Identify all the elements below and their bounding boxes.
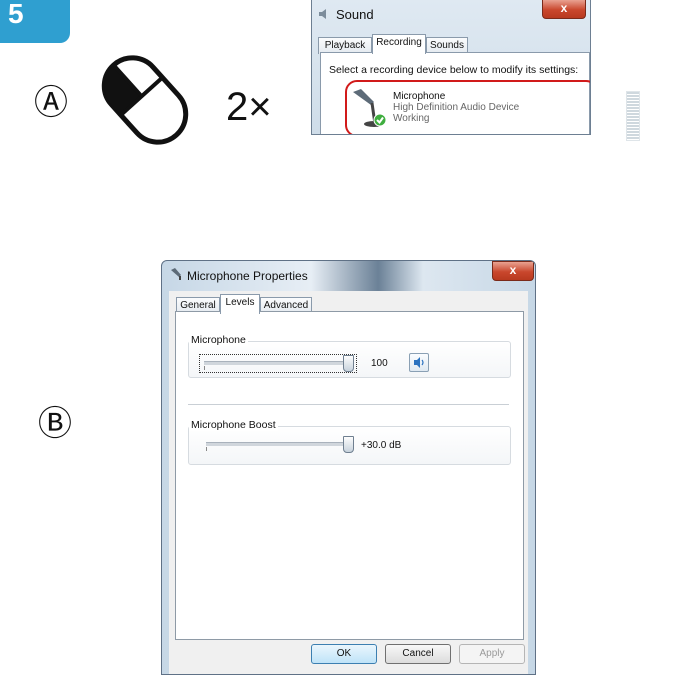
recording-panel: Select a recording device below to modif…	[320, 52, 590, 134]
ok-button[interactable]: OK	[311, 644, 377, 664]
close-button[interactable]: x	[542, 0, 586, 19]
mouse-left-click-icon	[101, 55, 189, 145]
properties-body: General Levels Advanced Microphone 100 M…	[169, 291, 528, 674]
mute-toggle-button[interactable]	[409, 353, 429, 372]
speaker-icon	[414, 357, 424, 368]
microphone-icon	[353, 89, 386, 127]
slider-tick	[204, 366, 205, 370]
divider	[188, 404, 509, 405]
close-button[interactable]: x	[492, 261, 534, 281]
microphone-boost-label: Microphone Boost	[189, 419, 278, 431]
tab-levels[interactable]: Levels	[220, 294, 260, 314]
microphone-slider-thumb[interactable]	[343, 355, 354, 372]
microphone-level-label: Microphone	[189, 334, 248, 346]
step-b-marker: Ⓑ	[38, 404, 72, 444]
input-level-meter	[626, 91, 640, 141]
tab-recording[interactable]: Recording	[372, 34, 426, 54]
cancel-button[interactable]: Cancel	[385, 644, 451, 664]
levels-panel: Microphone 100 Microphone Boost +30.0 dB	[175, 311, 524, 640]
microphone-boost-value: +30.0 dB	[361, 440, 402, 451]
microphone-device-item[interactable]: Microphone High Definition Audio Device …	[345, 80, 590, 134]
boost-slider-thumb[interactable]	[343, 436, 354, 453]
device-status: Working	[393, 113, 430, 124]
properties-window-title: Microphone Properties	[187, 269, 308, 283]
instruction-text: Select a recording device below to modif…	[329, 64, 579, 76]
step-a-marker: Ⓐ	[34, 83, 68, 123]
double-click-count: 2×	[226, 85, 272, 129]
microphone-properties-window: Microphone Properties x General Levels A…	[161, 260, 536, 675]
microphone-window-icon	[171, 268, 181, 280]
boost-slider-track	[206, 442, 348, 446]
microphone-level-value: 100	[371, 358, 388, 369]
apply-button[interactable]: Apply	[459, 644, 525, 664]
speaker-window-icon	[319, 9, 326, 19]
slider-tick	[206, 447, 207, 451]
device-description: High Definition Audio Device	[393, 102, 520, 113]
microphone-slider-track	[204, 361, 348, 365]
sound-window-title: Sound	[336, 7, 374, 22]
step-number-badge: 5	[0, 0, 70, 43]
sound-window: Sound x Playback Recording Sounds Select…	[311, 0, 591, 135]
device-name: Microphone	[393, 91, 446, 102]
